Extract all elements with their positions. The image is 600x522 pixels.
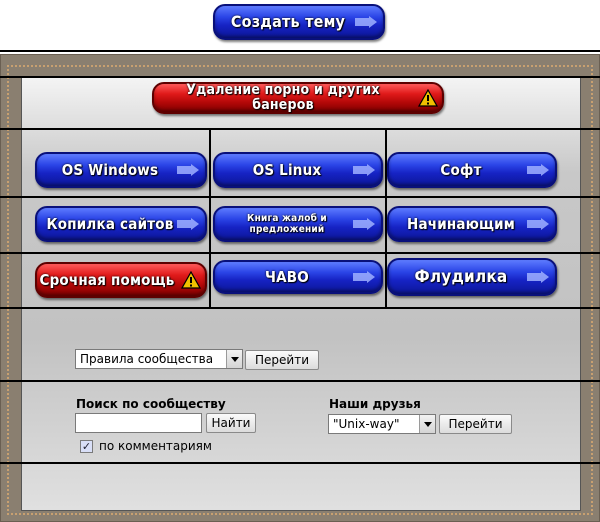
grid-line [209,129,211,307]
forum-windows-label: OS Windows [61,160,159,179]
friends-select[interactable]: "Unix-way" [328,414,436,434]
grid-line [0,76,600,78]
arrow-right-icon [177,164,199,176]
alert-banner-label: Удаление порно и других банеров [186,81,380,113]
arrow-right-icon [527,271,549,283]
forum-sites-button[interactable]: Копилка сайтов [35,206,207,242]
search-find-button[interactable]: Найти [206,413,256,433]
forum-urgent-button[interactable]: Срочная помощь [35,262,207,298]
forum-beginners-button[interactable]: Начинающим [387,206,557,242]
arrow-right-icon [353,218,375,230]
top-strip: Создать тему [0,0,600,52]
forum-linux-label: OS Linux [252,160,322,179]
forum-complaints-label: Книга жалоб и предложений [247,213,327,235]
forum-sites-label: Копилка сайтов [46,214,174,233]
forum-linux-button[interactable]: OS Linux [213,152,383,188]
forum-faq-button[interactable]: ЧАВО [213,260,383,294]
arrow-right-icon [353,164,375,176]
grid-line [0,462,600,464]
grid-line [0,380,600,382]
community-rules-select[interactable]: Правила сообщества [75,349,243,369]
forum-windows-button[interactable]: OS Windows [35,152,207,188]
community-rules-value: Правила сообщества [80,352,214,366]
warning-icon [181,271,201,289]
forum-soft-button[interactable]: Софт [387,152,557,188]
forum-complaints-button[interactable]: Книга жалоб и предложений [213,206,383,242]
comments-checkbox-label: по комментариям [99,439,212,453]
chevron-down-icon [226,350,242,368]
arrow-right-icon [353,271,375,283]
create-topic-button[interactable]: Создать тему [213,4,385,40]
grid-line [0,307,600,309]
grid-line [0,128,600,130]
forum-beginners-label: Начинающим [406,214,516,233]
forum-flood-button[interactable]: Флудилка [387,258,557,296]
forum-soft-label: Софт [440,160,482,179]
comments-checkbox[interactable]: ✓ [80,440,93,453]
forum-urgent-label: Срочная помощь [39,270,175,289]
arrow-right-icon [177,218,199,230]
grid-line [0,196,600,198]
friends-go-button[interactable]: Перейти [439,414,512,434]
forum-faq-label: ЧАВО [265,267,309,286]
warning-icon [418,89,438,107]
search-label: Поиск по сообществу [76,397,226,411]
create-topic-label: Создать тему [230,12,346,32]
forum-flood-label: Флудилка [414,266,508,287]
community-go-button[interactable]: Перейти [245,350,319,370]
chevron-down-icon [419,415,435,433]
friends-label: Наши друзья [329,397,421,411]
alert-banner-button[interactable]: Удаление порно и других банеров [152,82,444,114]
friends-select-value: "Unix-way" [333,417,400,431]
search-input[interactable] [75,413,202,433]
arrow-right-icon [527,164,549,176]
arrow-right-icon [355,16,377,28]
arrow-right-icon [527,218,549,230]
grid-line [0,252,600,254]
